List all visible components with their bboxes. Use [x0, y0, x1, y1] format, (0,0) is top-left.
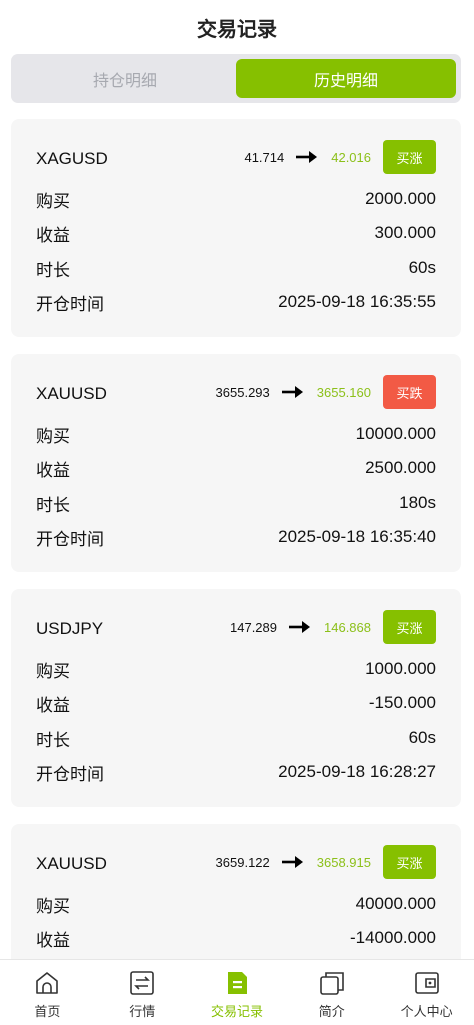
tab-trade-records-label: 交易记录	[210, 1005, 263, 1020]
profit-label: 收益	[36, 930, 70, 951]
symbol: USDJPY	[36, 619, 104, 638]
tab-home-label: 首页	[34, 1005, 61, 1020]
open-price: 41.714	[244, 149, 285, 165]
row-duration: 时长 180s	[36, 492, 436, 516]
tab-history[interactable]: 历史明细	[236, 59, 456, 98]
open-time-value: 2025-09-18 16:28:27	[278, 762, 436, 781]
price-change: 147.289 146.868 买涨	[230, 610, 436, 644]
open-time-label: 开仓时间	[36, 294, 104, 315]
row-open-time: 开仓时间 2025-09-18 16:35:40	[36, 526, 436, 550]
close-price: 146.868	[324, 619, 371, 635]
profit-label: 收益	[36, 460, 70, 481]
record-card[interactable]: USDJPY 147.289 146.868 买涨 购买 1000.000 收益 -…	[11, 589, 461, 807]
home-icon	[36, 972, 59, 994]
buy-value: 2000.000	[365, 189, 436, 208]
record-type-switch: 持仓明细 历史明细	[11, 54, 461, 103]
tab-intro-label: 简介	[318, 1005, 345, 1020]
arrow-right-icon	[289, 621, 310, 633]
row-buy: 购买 10000.000	[36, 423, 436, 447]
row-open-time: 开仓时间 2025-09-18 16:35:55	[36, 291, 436, 315]
buy-value: 10000.000	[355, 424, 436, 443]
market-icon	[130, 971, 154, 995]
profit-label: 收益	[36, 225, 70, 246]
record-list[interactable]: XAGUSD 41.714 42.016 买涨 购买 2000.000 收益 300…	[0, 103, 474, 959]
record-card[interactable]: XAGUSD 41.714 42.016 买涨 购买 2000.000 收益 300…	[11, 119, 461, 337]
duration-value: 60s	[408, 728, 436, 747]
duration-value: 60s	[408, 258, 436, 277]
buy-value: 1000.000	[365, 659, 436, 678]
duration-label: 时长	[36, 495, 70, 516]
row-open-time: 开仓时间 2025-09-18 16:28:27	[36, 761, 436, 785]
buy-label: 购买	[36, 426, 70, 447]
profit-value: 300.000	[374, 223, 436, 242]
row-duration: 时长 60s	[36, 257, 436, 281]
profit-value: -14000.000	[349, 928, 436, 947]
row-profit: 收益 2500.000	[36, 457, 436, 481]
wallet-icon	[414, 972, 439, 994]
close-price: 3658.915	[316, 854, 371, 870]
tab-holding[interactable]: 持仓明细	[15, 59, 235, 98]
open-price: 147.289	[230, 619, 277, 635]
buy-value: 40000.000	[355, 894, 436, 913]
price-change: 3655.293 3655.160 买跌	[216, 375, 436, 409]
open-price: 3659.122	[215, 854, 270, 870]
direction-badge: 买涨	[383, 610, 436, 644]
profit-value: -150.000	[368, 693, 436, 712]
tab-profile[interactable]: 个人中心	[379, 960, 474, 1025]
open-time-label: 开仓时间	[36, 764, 104, 785]
direction-badge: 买涨	[383, 845, 436, 879]
intro-icon	[319, 972, 344, 995]
close-price: 3655.160	[316, 384, 371, 400]
row-profit: 收益 -14000.000	[36, 927, 436, 951]
buy-label: 购买	[36, 191, 70, 212]
symbol: XAUUSD	[36, 854, 107, 873]
open-time-label: 开仓时间	[36, 529, 104, 550]
page-title: 交易记录	[197, 16, 277, 41]
close-price: 42.016	[331, 149, 371, 165]
record-card[interactable]: XAUUSD 3655.293 3655.160 买跌 购买 10000.000 …	[11, 354, 461, 572]
buy-label: 购买	[36, 896, 70, 917]
buy-label: 购买	[36, 661, 70, 682]
tab-market[interactable]: 行情	[95, 960, 190, 1025]
row-buy: 购买 40000.000	[36, 893, 436, 917]
open-time-value: 2025-09-18 16:35:55	[278, 292, 436, 311]
profit-value: 2500.000	[365, 458, 436, 477]
record-card[interactable]: XAUUSD 3659.122 3658.915 买涨 购买 40000.000 …	[11, 824, 461, 959]
row-profit: 收益 300.000	[36, 222, 436, 246]
duration-value: 180s	[399, 493, 436, 512]
row-buy: 购买 2000.000	[36, 188, 436, 212]
direction-badge: 买涨	[383, 140, 436, 174]
trade-record-icon	[227, 972, 247, 994]
tab-intro[interactable]: 简介	[284, 960, 379, 1025]
tab-market-label: 行情	[129, 1005, 156, 1020]
row-profit: 收益 -150.000	[36, 692, 436, 716]
price-change: 41.714 42.016 买涨	[244, 140, 436, 174]
profit-label: 收益	[36, 695, 70, 716]
symbol: XAUUSD	[36, 384, 107, 403]
price-change: 3659.122 3658.915 买涨	[216, 845, 436, 879]
duration-label: 时长	[36, 260, 70, 281]
arrow-right-icon	[281, 856, 303, 868]
row-duration: 时长 60s	[36, 727, 436, 751]
arrow-right-icon	[281, 386, 303, 398]
row-buy: 购买 1000.000	[36, 658, 436, 682]
open-time-value: 2025-09-18 16:35:40	[278, 527, 436, 546]
direction-badge: 买跌	[383, 375, 436, 409]
tab-trade-records[interactable]: 交易记录	[190, 960, 285, 1025]
bottom-tab-bar: 首页 行情 交易记录 简介 个人中心	[0, 959, 474, 1025]
tab-home[interactable]: 首页	[0, 960, 95, 1025]
duration-label: 时长	[36, 730, 70, 751]
symbol: XAGUSD	[36, 149, 108, 168]
arrow-right-icon	[296, 151, 318, 163]
tab-profile-label: 个人中心	[400, 1005, 453, 1020]
open-price: 3655.293	[215, 384, 270, 400]
